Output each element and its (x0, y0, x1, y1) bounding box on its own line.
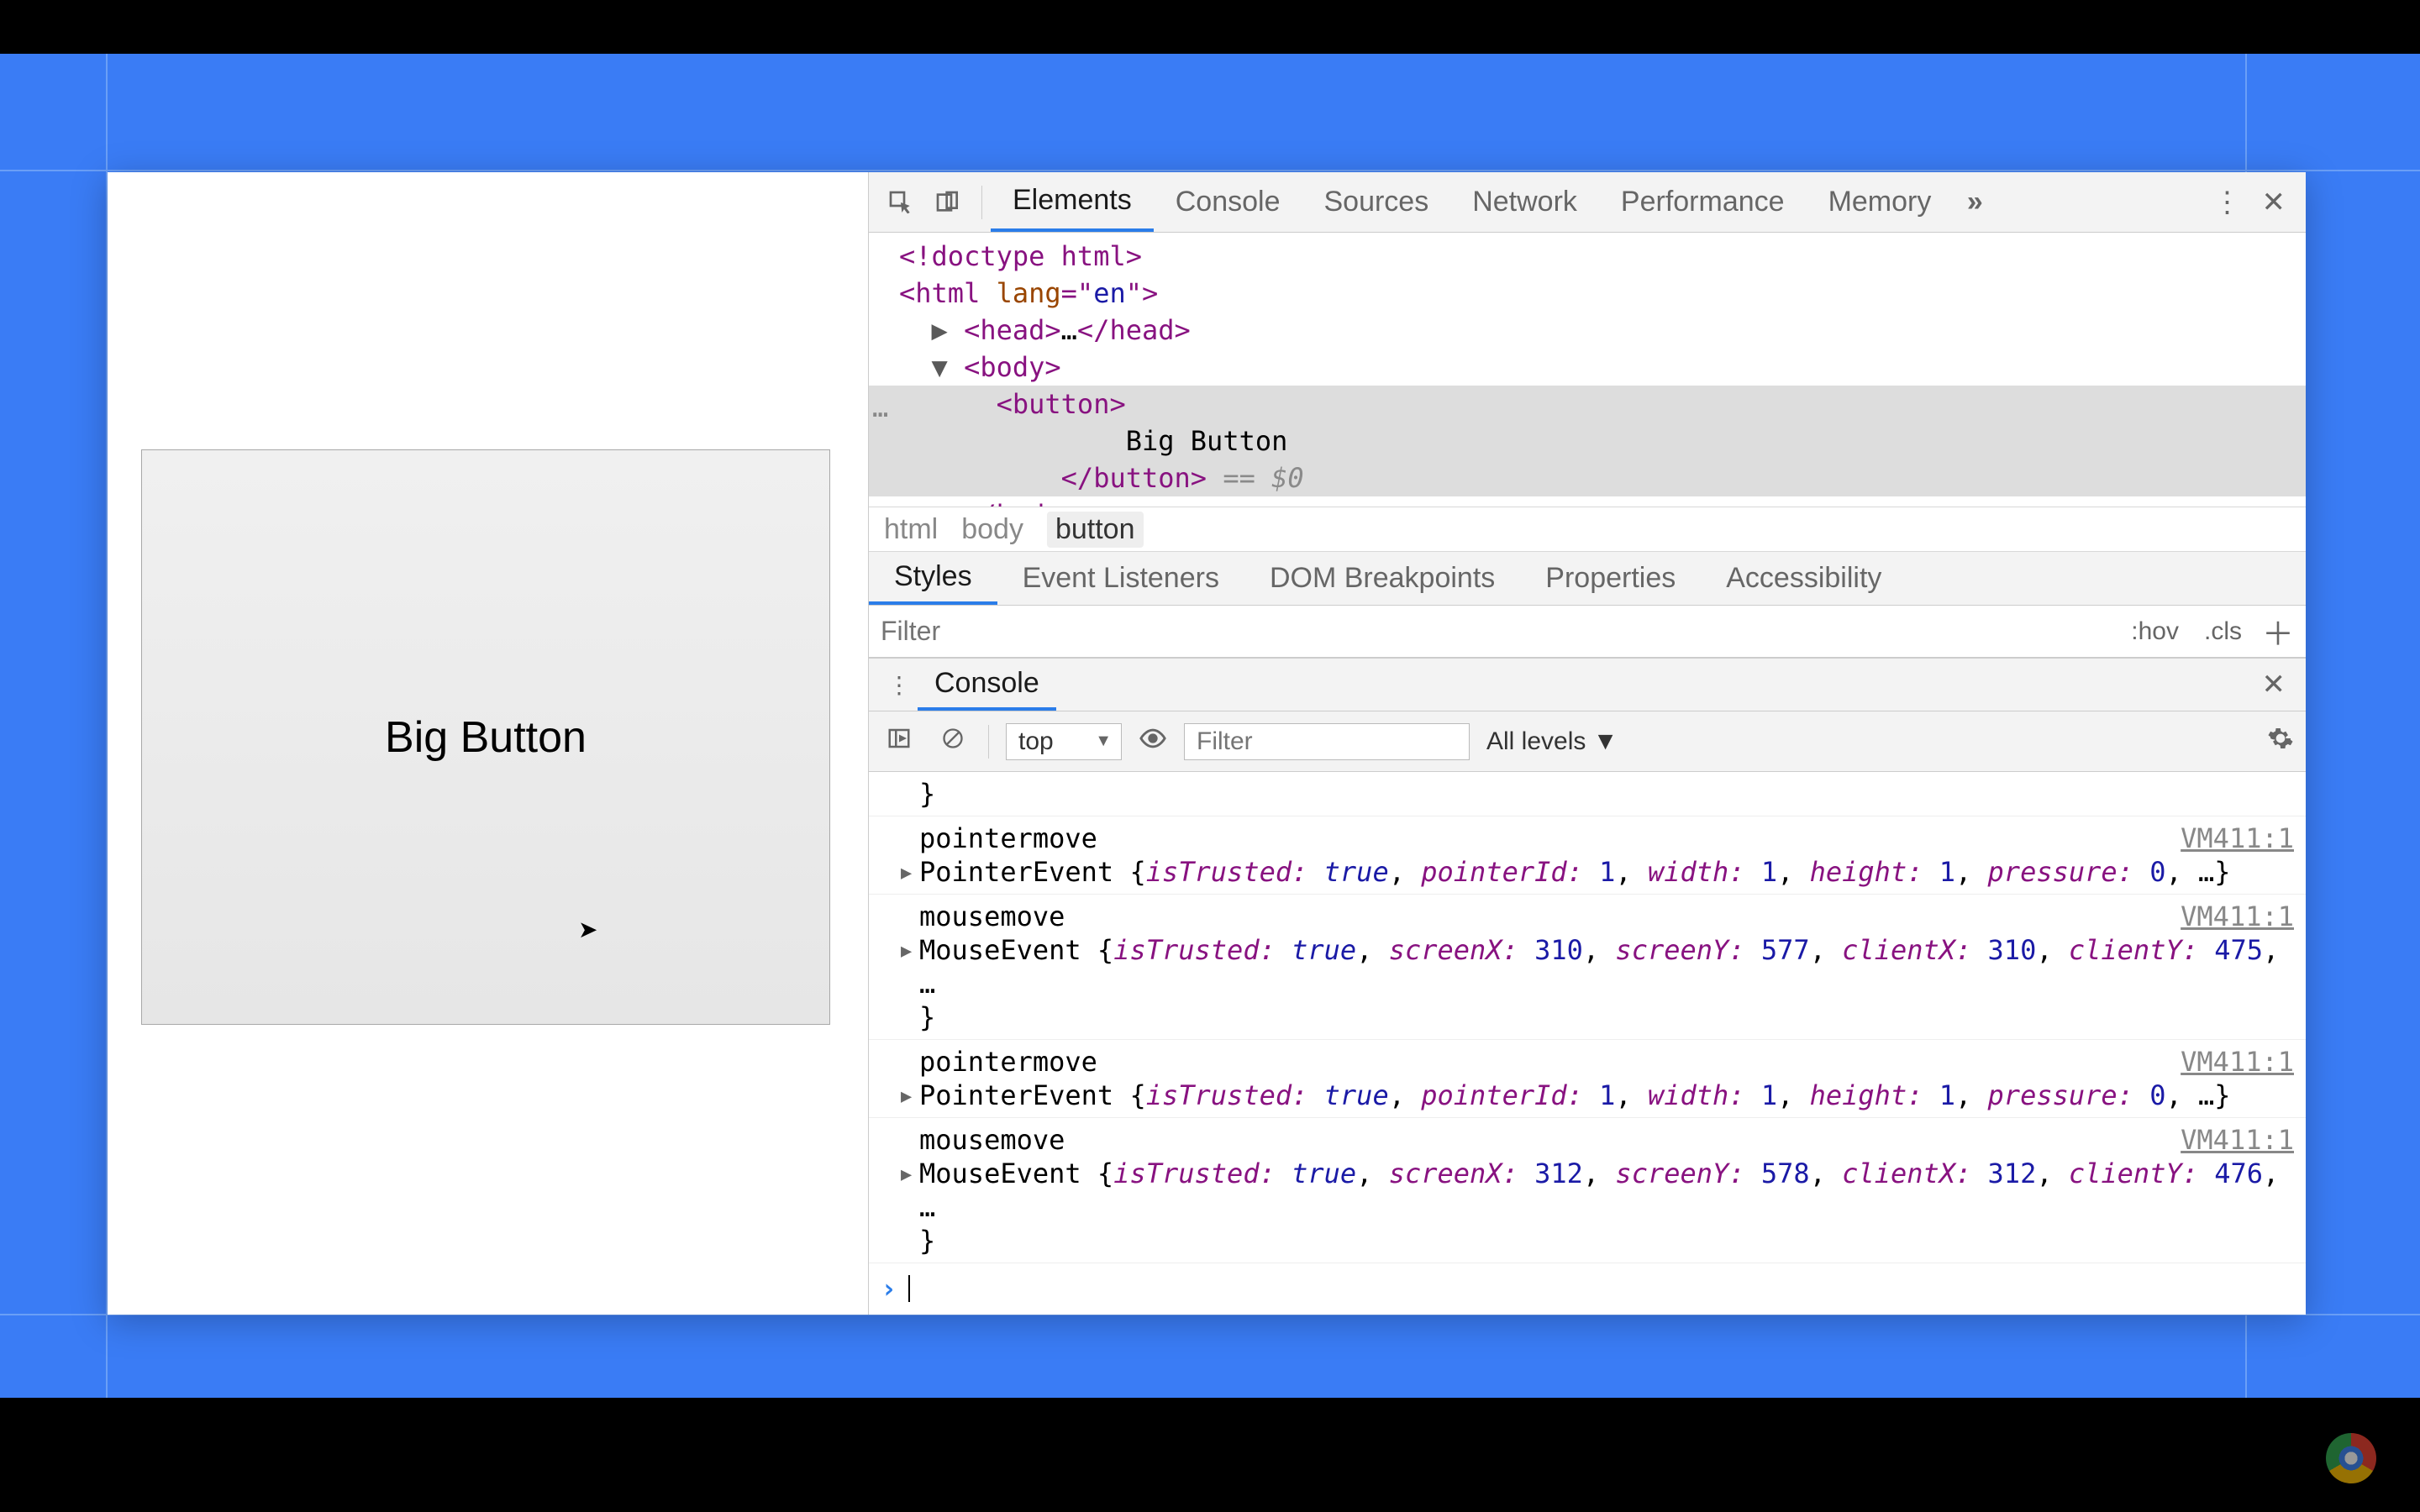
tab-memory[interactable]: Memory (1807, 172, 1954, 232)
console-tab[interactable]: Console (918, 659, 1056, 711)
add-rule-icon[interactable]: ＋ (2262, 608, 2294, 654)
breadcrumb-button[interactable]: button (1047, 512, 1144, 548)
browser-devtools-window: Big Button ➤ ElementsConsoleSourcesNetwo… (108, 172, 2306, 1315)
page-viewport: Big Button ➤ (108, 172, 868, 1315)
tab-sources[interactable]: Sources (1302, 172, 1450, 232)
tab-console[interactable]: Console (1154, 172, 1302, 232)
styles-filter-input[interactable] (881, 616, 2111, 647)
log-entry[interactable]: VM411:1pointermove▶PointerEvent {isTrust… (869, 816, 2306, 895)
more-tabs-icon[interactable]: » (1953, 181, 1996, 224)
log-source-link[interactable]: VM411:1 (2181, 1045, 2294, 1079)
log-entry[interactable]: VM411:1mousemove▶MouseEvent {isTrusted: … (869, 1118, 2306, 1263)
log-levels-dropdown[interactable]: All levels ▼ (1486, 727, 1618, 756)
devtools-main-tabs: ElementsConsoleSourcesNetworkPerformance… (869, 172, 2306, 233)
console-menu-icon[interactable]: ⋮ (881, 671, 918, 699)
inspect-icon[interactable] (879, 181, 923, 224)
log-source-link[interactable]: VM411:1 (2181, 900, 2294, 933)
mouse-cursor-icon: ➤ (578, 916, 597, 943)
subtab-event-listeners[interactable]: Event Listeners (997, 552, 1244, 605)
close-drawer-icon[interactable]: ✕ (2262, 668, 2295, 701)
dom-breadcrumb[interactable]: html body button (869, 507, 2306, 552)
styles-filter-row: :hov .cls ＋ (869, 606, 2306, 658)
subtab-styles[interactable]: Styles (869, 552, 997, 605)
clear-console-icon[interactable] (934, 727, 971, 757)
cls-toggle[interactable]: .cls (2199, 617, 2247, 646)
breadcrumb-body[interactable]: body (961, 513, 1023, 546)
subtab-accessibility[interactable]: Accessibility (1701, 552, 1907, 605)
context-select[interactable]: top (1006, 723, 1122, 760)
console-filter-input[interactable] (1184, 723, 1470, 760)
tab-network[interactable]: Network (1450, 172, 1599, 232)
log-entry[interactable]: VM411:1pointermove▶PointerEvent {isTrust… (869, 1040, 2306, 1118)
styles-subtabs: StylesEvent ListenersDOM BreakpointsProp… (869, 552, 2306, 606)
console-settings-icon[interactable] (2267, 725, 2294, 759)
log-entry[interactable]: VM411:1mousemove▶MouseEvent {isTrusted: … (869, 895, 2306, 1040)
log-source-link[interactable]: VM411:1 (2181, 822, 2294, 855)
console-toolbar: top All levels ▼ (869, 711, 2306, 772)
live-expression-icon[interactable] (1139, 724, 1167, 759)
console-prompt[interactable]: › (869, 1263, 2306, 1314)
subtab-dom-breakpoints[interactable]: DOM Breakpoints (1244, 552, 1520, 605)
log-entry[interactable]: } (869, 772, 2306, 816)
console-drawer-header: ⋮ Console ✕ (869, 658, 2306, 711)
tab-elements[interactable]: Elements (991, 172, 1154, 232)
chrome-logo-icon (2326, 1433, 2376, 1483)
toggle-sidebar-icon[interactable] (881, 726, 918, 758)
console-log[interactable]: }VM411:1pointermove▶PointerEvent {isTrus… (869, 772, 2306, 1315)
subtab-properties[interactable]: Properties (1520, 552, 1701, 605)
dom-tree[interactable]: <!doctype html> <html lang="en"> ▶ <head… (869, 233, 2306, 507)
breadcrumb-html[interactable]: html (884, 513, 938, 546)
tab-performance[interactable]: Performance (1599, 172, 1807, 232)
big-button[interactable]: Big Button (141, 449, 830, 1025)
hov-toggle[interactable]: :hov (2126, 617, 2184, 646)
kebab-menu-icon[interactable]: ⋮ (2213, 186, 2242, 219)
log-source-link[interactable]: VM411:1 (2181, 1123, 2294, 1157)
devtools-panel: ElementsConsoleSourcesNetworkPerformance… (868, 172, 2306, 1315)
close-devtools-icon[interactable]: ✕ (2262, 186, 2286, 219)
device-toggle-icon[interactable] (926, 181, 970, 224)
